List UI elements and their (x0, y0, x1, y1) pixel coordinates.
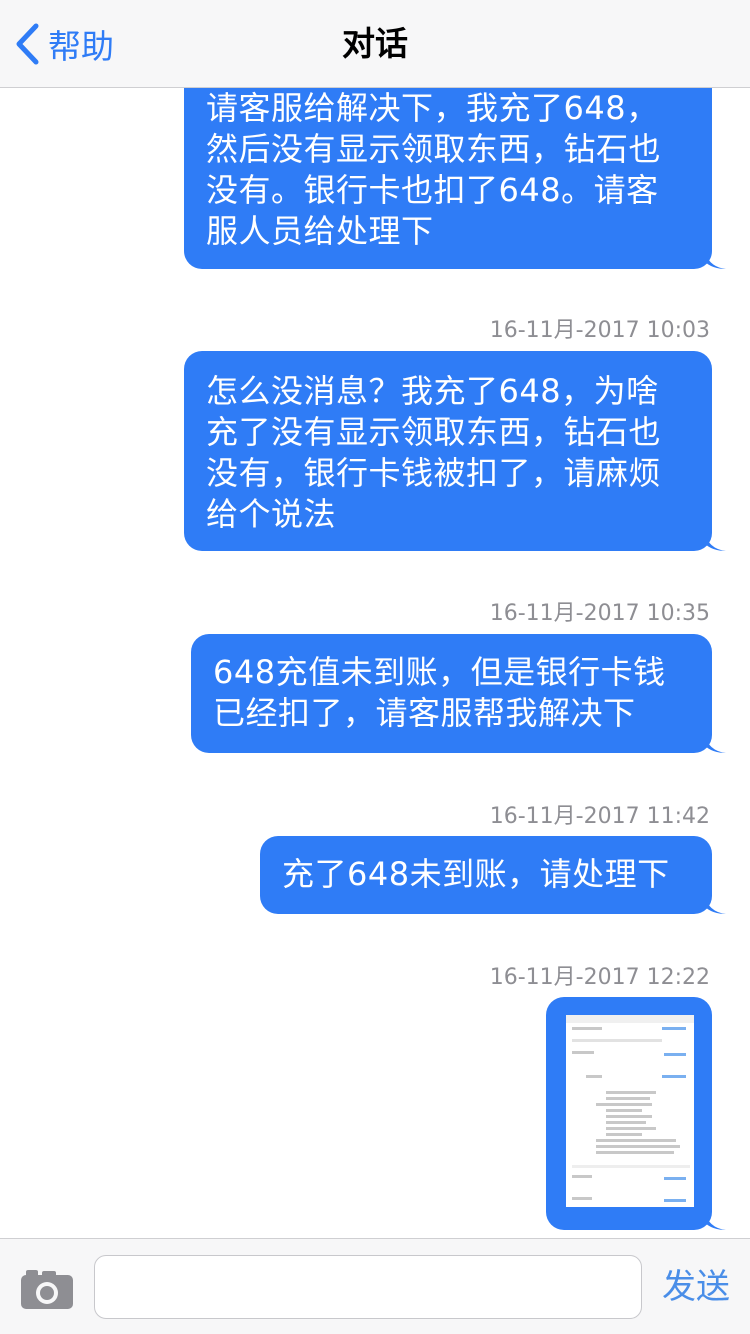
message-timestamp: 16-11月-2017 10:35 (489, 601, 710, 626)
message-timestamp: 16-11月-2017 10:03 (489, 318, 710, 343)
bubble-tail (704, 249, 726, 269)
message-bubble[interactable]: 充了648未到账，请处理下 (260, 836, 726, 914)
message-text-line: 已经扣了，请客服帮我解决下 (213, 694, 636, 732)
message-input-bar: 发送 (0, 1238, 750, 1334)
bubble-tail (704, 733, 726, 753)
camera-button[interactable] (18, 1267, 76, 1311)
bubble-tail (704, 894, 726, 914)
camera-icon (18, 1270, 76, 1315)
message-list[interactable]: 请客服给解决下，我充了648， 然后没有显示领取东西，钻石也 没有。银行卡也扣了… (0, 88, 750, 1238)
image-message-bubble[interactable] (546, 997, 726, 1230)
message-text-line: 648充值未到账，但是银行卡钱 (213, 653, 666, 691)
message-text-line: 然后没有显示领取东西，钻石也 (206, 130, 662, 168)
message-text-line: 没有。银行卡也扣了648。请客 (206, 171, 659, 209)
message-text-line: 服人员给处理下 (206, 212, 434, 250)
chat-screen: 帮助 对话 请客服给解决下，我充了648， 然后没有显示领取东西，钻石也 没有。… (0, 0, 750, 1334)
message-bubble[interactable]: 怎么没消息？我充了648，为啥 充了没有显示领取东西，钻石也 没有，银行卡钱被扣… (184, 351, 726, 551)
message-text-line: 没有，银行卡钱被扣了，请麻烦 (206, 454, 662, 492)
screenshot-thumbnail[interactable] (566, 1015, 694, 1207)
bubble-tail (704, 531, 726, 551)
message-input[interactable] (94, 1255, 642, 1319)
message-text-line: 充了648未到账，请处理下 (282, 855, 670, 893)
send-button[interactable]: 发送 (662, 1265, 730, 1309)
message-text-line: 给个说法 (206, 495, 337, 533)
message-timestamp: 16-11月-2017 11:42 (489, 804, 710, 829)
message-timestamp: 16-11月-2017 12:22 (489, 965, 710, 990)
message-text-line: 请客服给解决下，我充了648， (206, 89, 659, 127)
bubble-tail (704, 1210, 726, 1230)
message-bubble[interactable]: 648充值未到账，但是银行卡钱 已经扣了，请客服帮我解决下 (191, 634, 726, 753)
navigation-bar: 帮助 对话 (0, 0, 750, 88)
message-text-line: 怎么没消息？我充了648，为啥 (206, 372, 659, 410)
message-bubble[interactable]: 请客服给解决下，我充了648， 然后没有显示领取东西，钻石也 没有。银行卡也扣了… (184, 88, 726, 269)
message-text-line: 充了没有显示领取东西，钻石也 (206, 413, 662, 451)
page-title: 对话 (342, 24, 408, 63)
